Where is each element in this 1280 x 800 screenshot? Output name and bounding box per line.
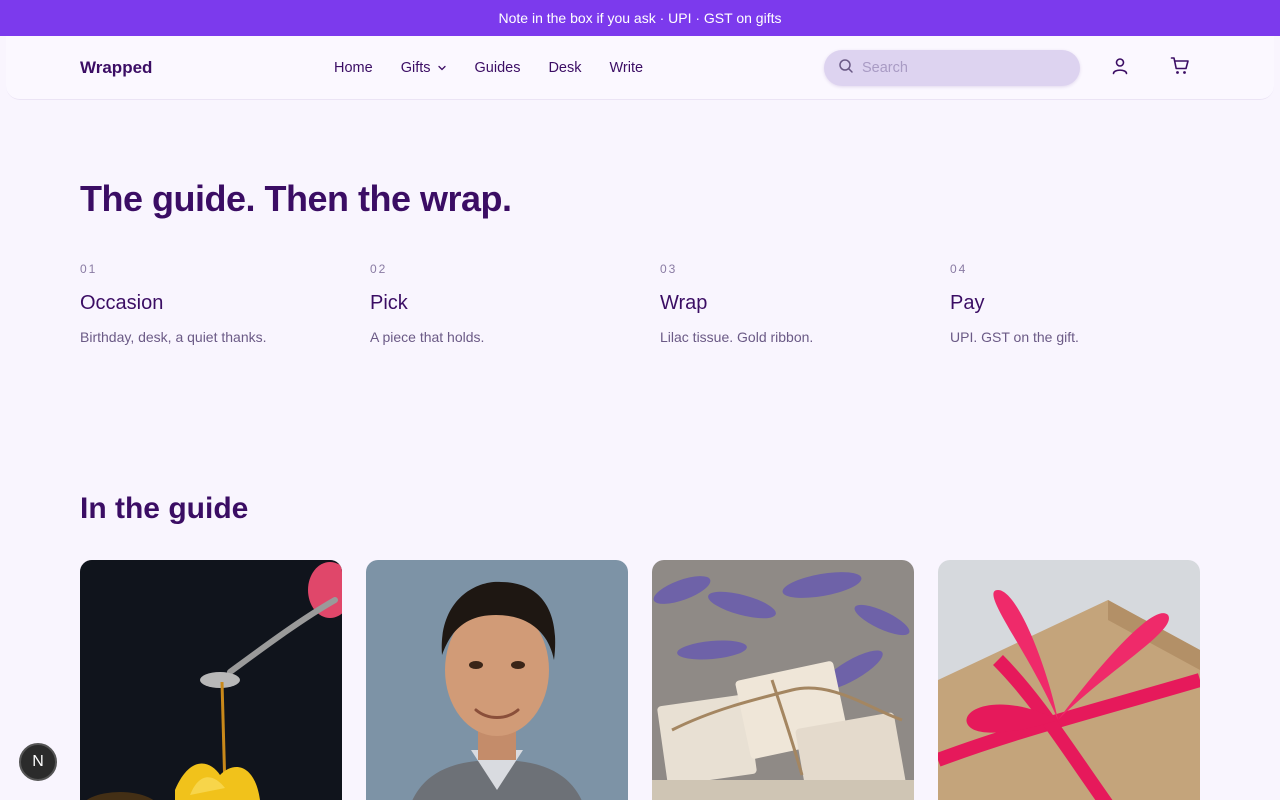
step-description: Lilac tissue. Gold ribbon. xyxy=(660,329,814,345)
badge-label: N xyxy=(32,753,44,770)
step-item: 02 Pick A piece that holds. xyxy=(370,262,660,345)
nav-desk-label: Desk xyxy=(548,59,582,76)
search-input[interactable] xyxy=(862,60,1062,76)
step-description: A piece that holds. xyxy=(370,329,485,345)
guide-card-honey[interactable] xyxy=(80,560,342,800)
cart-button[interactable] xyxy=(1168,56,1192,80)
step-number: 01 xyxy=(80,262,98,276)
account-button[interactable] xyxy=(1108,56,1132,80)
step-item: 03 Wrap Lilac tissue. Gold ribbon. xyxy=(660,262,950,345)
nav-write-label: Write xyxy=(609,59,644,76)
announcement-bar: Note in the box if you ask · UPI · GST o… xyxy=(0,0,1280,36)
nav-guides-label: Guides xyxy=(474,59,521,76)
user-icon xyxy=(1110,56,1130,81)
guide-cards xyxy=(80,560,1200,800)
lavender-soap-image xyxy=(652,560,914,800)
hero-title: The guide. Then the wrap. xyxy=(80,178,512,219)
step-description: Birthday, desk, a quiet thanks. xyxy=(80,329,267,345)
nav-home-label: Home xyxy=(334,59,373,76)
step-description: UPI. GST on the gift. xyxy=(950,329,1079,345)
honey-spoon-image xyxy=(80,560,342,800)
portrait-image xyxy=(366,560,628,800)
dev-badge-button[interactable]: N xyxy=(19,743,57,781)
logo[interactable]: Wrapped xyxy=(80,58,152,78)
site-header: Wrapped Home Gifts Guides Desk Write xyxy=(6,36,1274,100)
step-title: Pick xyxy=(370,292,408,314)
step-item: 04 Pay UPI. GST on the gift. xyxy=(950,262,1240,345)
announcement-text: Note in the box if you ask · UPI · GST o… xyxy=(498,10,782,26)
step-number: 02 xyxy=(370,262,388,276)
guide-card-soap[interactable] xyxy=(652,560,914,800)
search-icon xyxy=(838,58,854,79)
chevron-down-icon xyxy=(437,63,447,73)
guide-section-title: In the guide xyxy=(80,492,249,525)
step-number: 03 xyxy=(660,262,678,276)
nav-write[interactable]: Write xyxy=(610,60,644,76)
step-title: Occasion xyxy=(80,292,164,314)
steps-list: 01 Occasion Birthday, desk, a quiet than… xyxy=(80,262,1240,345)
search-box[interactable] xyxy=(824,50,1080,86)
main-nav: Home Gifts Guides Desk Write xyxy=(334,60,643,76)
nav-guides[interactable]: Guides xyxy=(475,60,521,76)
step-title: Wrap xyxy=(660,292,708,314)
cart-icon xyxy=(1170,56,1190,81)
step-number: 04 xyxy=(950,262,968,276)
step-title: Pay xyxy=(950,292,985,314)
step-item: 01 Occasion Birthday, desk, a quiet than… xyxy=(80,262,370,345)
ribbon-gift-image xyxy=(938,560,1200,800)
nav-desk[interactable]: Desk xyxy=(548,60,581,76)
guide-card-gift[interactable] xyxy=(938,560,1200,800)
guide-card-portrait[interactable] xyxy=(366,560,628,800)
nav-gifts-label: Gifts xyxy=(400,59,431,76)
nav-home[interactable]: Home xyxy=(334,60,373,76)
nav-gifts[interactable]: Gifts xyxy=(401,60,447,76)
